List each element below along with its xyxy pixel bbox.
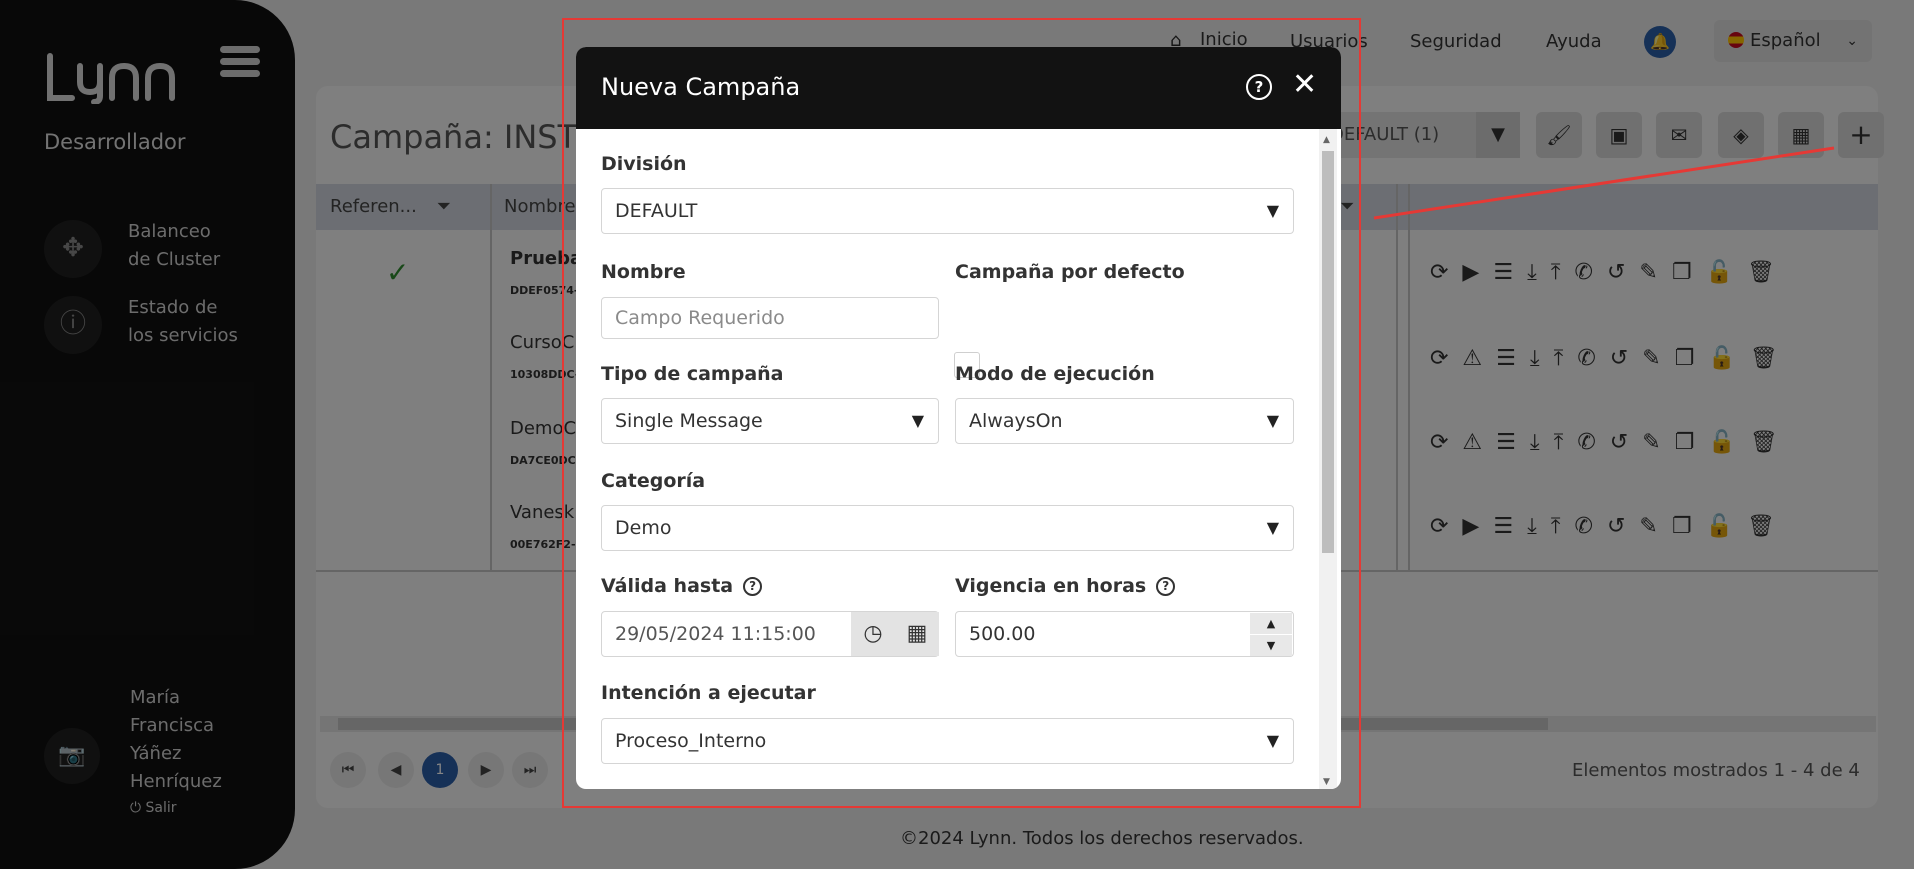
- decrement-button[interactable]: ▼: [1250, 635, 1292, 656]
- scroll-up-icon[interactable]: ▲: [1323, 135, 1330, 145]
- division-select[interactable]: DEFAULT ▼: [601, 188, 1294, 234]
- scroll-down-icon[interactable]: ▼: [1323, 777, 1330, 787]
- chevron-down-icon: ▼: [911, 411, 924, 430]
- close-icon[interactable]: ✕: [1292, 67, 1317, 102]
- categoria-select[interactable]: Demo ▼: [601, 505, 1294, 551]
- new-campaign-dialog: Nueva Campaña ? ✕ División DEFAULT ▼ Nom…: [576, 47, 1341, 789]
- valida-label-text: Válida hasta: [601, 575, 734, 597]
- help-icon[interactable]: ?: [1246, 74, 1272, 100]
- categoria-label: Categoría: [601, 470, 706, 492]
- modo-select[interactable]: AlwaysOn ▼: [955, 398, 1294, 444]
- nombre-input[interactable]: Campo Requerido: [601, 297, 939, 339]
- chevron-down-icon: ▼: [1266, 518, 1279, 537]
- tipo-label: Tipo de campaña: [601, 363, 784, 385]
- chevron-down-icon: ▼: [1266, 411, 1279, 430]
- intencion-label: Intención a ejecutar: [601, 682, 816, 704]
- division-select-value: DEFAULT: [615, 200, 698, 222]
- categoria-select-value: Demo: [615, 517, 672, 539]
- chevron-down-icon: ▼: [1266, 201, 1279, 220]
- default-campaign-label: Campaña por defecto: [955, 261, 1185, 283]
- vigencia-label-text: Vigencia en horas: [955, 575, 1147, 597]
- tipo-select[interactable]: Single Message ▼: [601, 398, 939, 444]
- help-icon[interactable]: ?: [743, 577, 763, 596]
- clock-icon[interactable]: ◷: [851, 612, 895, 656]
- dialog-title: Nueva Campaña: [601, 73, 801, 101]
- nombre-label: Nombre: [601, 261, 686, 283]
- modo-select-value: AlwaysOn: [969, 410, 1063, 432]
- chevron-down-icon: ▼: [1266, 731, 1279, 750]
- modo-label: Modo de ejecución: [955, 363, 1155, 385]
- vigencia-label: Vigencia en horas?: [955, 575, 1176, 597]
- intencion-select[interactable]: Proceso_Interno ▼: [601, 718, 1294, 764]
- dialog-body: División DEFAULT ▼ Nombre Campo Requerid…: [576, 129, 1341, 789]
- calendar-icon[interactable]: ▦: [895, 612, 939, 656]
- intencion-select-value: Proceso_Interno: [615, 730, 767, 752]
- vigencia-value: 500.00: [969, 623, 1036, 645]
- valida-label: Válida hasta?: [601, 575, 763, 597]
- vigencia-number-input[interactable]: 500.00: [955, 611, 1294, 657]
- valida-datetime-value: 29/05/2024 11:15:00: [615, 623, 816, 645]
- scrollbar-thumb[interactable]: [1322, 151, 1334, 553]
- vertical-scrollbar[interactable]: ▲ ▼: [1319, 129, 1337, 789]
- tipo-select-value: Single Message: [615, 410, 763, 432]
- dialog-header: Nueva Campaña ? ✕: [576, 47, 1341, 129]
- division-label: División: [601, 153, 687, 175]
- help-icon[interactable]: ?: [1156, 577, 1176, 596]
- increment-button[interactable]: ▲: [1250, 613, 1292, 634]
